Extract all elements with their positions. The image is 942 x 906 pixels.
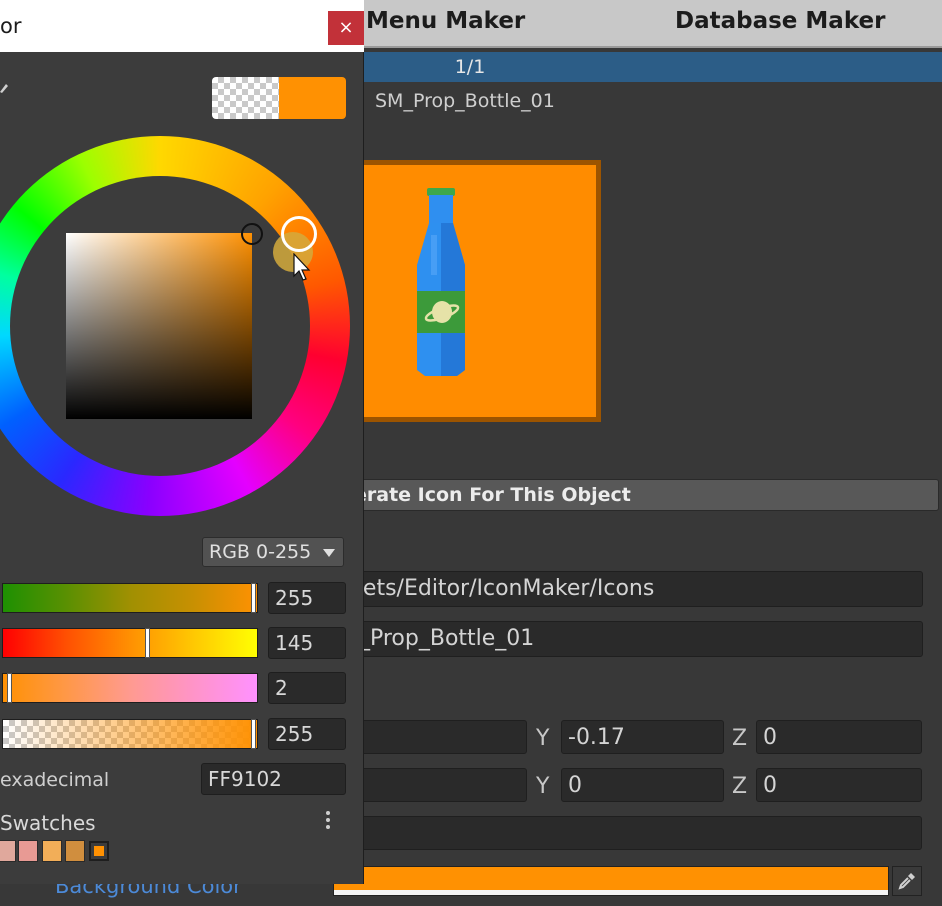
- hue-handle[interactable]: [281, 216, 317, 252]
- slider-handle[interactable]: [251, 719, 256, 749]
- position-y-field[interactable]: -0.17: [561, 720, 724, 754]
- alpha-slider[interactable]: [2, 719, 258, 749]
- generate-icon-button[interactable]: erate Icon For This Object: [333, 479, 939, 511]
- alpha-bar: [334, 890, 888, 895]
- channel-1-input[interactable]: 255: [268, 582, 346, 614]
- swatch[interactable]: [18, 840, 38, 862]
- icon-preview: [333, 160, 601, 422]
- picker-titlebar[interactable]: [0, 0, 364, 52]
- hexadecimal-label: exadecimal: [0, 769, 110, 791]
- eyedropper-button[interactable]: [892, 866, 922, 896]
- swatches-label: Swatches: [0, 811, 96, 835]
- color-preview: [212, 77, 346, 119]
- eyedropper-icon[interactable]: [0, 80, 8, 94]
- eyedropper-icon: [898, 873, 915, 890]
- position-y-label: Y: [536, 726, 550, 751]
- hex-input[interactable]: FF9102: [201, 763, 346, 795]
- rotation-y-label: Y: [536, 774, 550, 799]
- previous-color[interactable]: [212, 77, 279, 119]
- saturation-value-square[interactable]: [66, 233, 252, 419]
- rotation-z-field[interactable]: 0: [756, 768, 922, 802]
- mouse-cursor-icon: [293, 253, 311, 281]
- position-z-field[interactable]: 0: [756, 720, 922, 754]
- icon-name-field[interactable]: M_Prop_Bottle_01: [333, 621, 923, 657]
- object-name[interactable]: SM_Prop_Bottle_01: [375, 86, 555, 116]
- add-swatch-button[interactable]: [89, 841, 109, 861]
- chevron-down-icon: [323, 549, 335, 557]
- more-options-icon[interactable]: [320, 806, 336, 834]
- page-indicator: 1/1: [454, 56, 486, 78]
- alpha-input[interactable]: 255: [268, 718, 346, 750]
- color-picker-window: or × RGB 0-255 255 145 2 255 exadecimal …: [0, 0, 364, 884]
- output-path-field[interactable]: ssets/Editor/IconMaker/Icons: [333, 571, 923, 607]
- rotation-y-field[interactable]: 0: [561, 768, 724, 802]
- swatch[interactable]: [42, 840, 62, 862]
- tab-menu-maker[interactable]: Menu Maker: [366, 4, 525, 38]
- bottle-icon: [417, 188, 465, 376]
- color-mode-label: RGB 0-255: [209, 541, 312, 563]
- red-slider[interactable]: [2, 628, 258, 658]
- close-button[interactable]: ×: [328, 11, 364, 45]
- extra-field[interactable]: [333, 816, 922, 850]
- position-z-label: Z: [732, 726, 748, 751]
- selected-object-row[interactable]: [333, 52, 942, 82]
- alpha-gradient: [3, 720, 257, 748]
- swatch[interactable]: [65, 840, 85, 862]
- channel-3-input[interactable]: 2: [268, 672, 346, 704]
- blue-slider[interactable]: [2, 673, 258, 703]
- current-swatch: [94, 846, 104, 856]
- saturation-value-handle[interactable]: [241, 223, 263, 245]
- picker-title: or: [0, 14, 22, 38]
- swatch[interactable]: [0, 840, 16, 862]
- tab-database-maker[interactable]: Database Maker: [675, 4, 885, 38]
- current-color: [279, 77, 346, 119]
- slider-handle[interactable]: [251, 583, 256, 613]
- slider-handle[interactable]: [145, 628, 150, 658]
- green-slider[interactable]: [2, 583, 258, 613]
- channel-2-input[interactable]: 145: [268, 627, 346, 659]
- rotation-z-label: Z: [732, 774, 748, 799]
- color-mode-dropdown[interactable]: RGB 0-255: [202, 537, 344, 567]
- slider-handle[interactable]: [7, 673, 12, 703]
